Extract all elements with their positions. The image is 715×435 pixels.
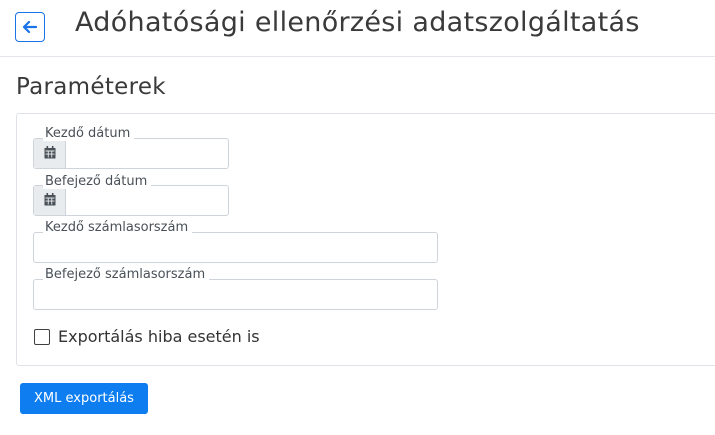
end-date-input[interactable]: [66, 186, 226, 215]
page-title: Adóhatósági ellenőrzési adatszolgáltatás: [75, 7, 640, 38]
app-header: Adóhatósági ellenőrzési adatszolgáltatás: [0, 0, 715, 56]
export-on-error-label[interactable]: Exportálás hiba esetén is: [58, 327, 260, 346]
end-invoice-input[interactable]: [33, 279, 438, 310]
export-on-error-checkbox[interactable]: [34, 328, 50, 345]
xml-export-button[interactable]: XML exportálás: [20, 383, 148, 414]
end-date-addon[interactable]: [34, 186, 66, 215]
start-date-label: Kezdő dátum: [43, 127, 135, 141]
calendar-icon: [44, 144, 56, 163]
header-divider: [0, 56, 715, 57]
start-date-input[interactable]: [66, 139, 226, 168]
start-date-field[interactable]: [33, 138, 229, 169]
start-invoice-label: Kezdő számlasorszám: [43, 221, 193, 235]
end-date-label: Befejező dátum: [43, 175, 152, 189]
export-on-error-row[interactable]: Exportálás hiba esetén is: [34, 327, 260, 346]
calendar-icon: [44, 191, 56, 210]
start-invoice-input[interactable]: [33, 232, 438, 263]
arrow-left-icon: [23, 21, 37, 33]
end-invoice-label: Befejező számlasorszám: [43, 268, 210, 282]
end-date-field[interactable]: [33, 185, 229, 216]
section-title: Paraméterek: [16, 74, 166, 100]
start-date-addon[interactable]: [34, 139, 66, 168]
back-button[interactable]: [15, 12, 45, 42]
